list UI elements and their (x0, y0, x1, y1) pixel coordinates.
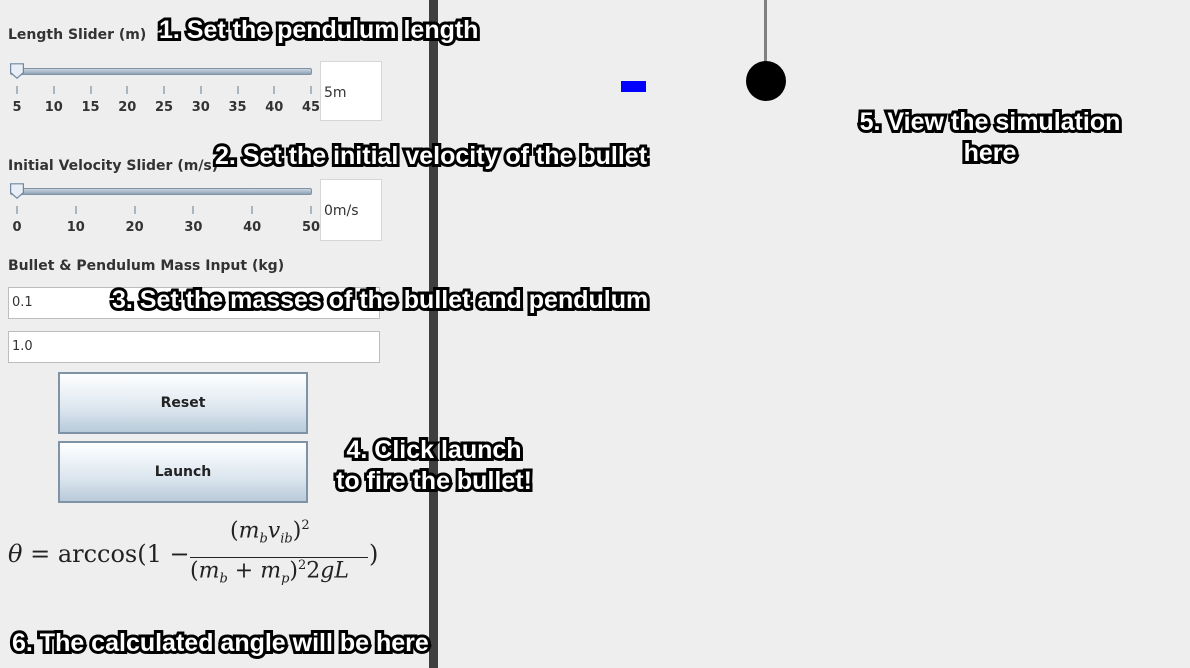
callout-step4: 4. Click launch to fire the bullet! (323, 433, 545, 498)
formula-numerator: (mbvib)2 (230, 518, 310, 547)
length-tick-label: 20 (118, 100, 137, 115)
velocity-slider[interactable]: 0 10 20 30 40 50 (8, 180, 320, 235)
pendulum-string (764, 0, 767, 62)
velocity-slider-thumb[interactable] (9, 183, 25, 199)
bullet (621, 81, 646, 92)
length-value-box: 5m (320, 61, 382, 121)
velocity-tick (310, 206, 312, 214)
formula-denominator: (mb + mp)22gL (190, 558, 349, 587)
reset-button[interactable]: Reset (58, 372, 308, 434)
length-tick-label: 25 (154, 100, 174, 115)
callout-step4-line2: to fire the bullet! (333, 464, 535, 498)
length-tick-label: 10 (44, 100, 63, 115)
callout-step3: 3. Set the masses of the bullet and pend… (109, 283, 651, 317)
mass-input-label: Bullet & Pendulum Mass Input (kg) (8, 258, 285, 274)
length-value-text: 5m (324, 85, 347, 101)
callout-step5-line2: here (961, 136, 1020, 170)
length-tick (89, 86, 92, 94)
length-tick-label: 30 (191, 100, 210, 115)
formula-lhs: θ = arccos(1 − (8, 540, 190, 568)
callout-step5-line1: 5. View the simulation (857, 105, 1124, 139)
velocity-tick (251, 206, 254, 214)
callout-step2: 2. Set the initial velocity of the bulle… (212, 139, 650, 173)
formula-close: ) (369, 540, 379, 568)
length-tick (199, 86, 202, 94)
length-slider-track[interactable] (10, 68, 312, 75)
callout-step5: 5. View the simulation here (842, 105, 1138, 170)
length-tick (16, 86, 18, 94)
callout-step1: 1. Set the pendulum length (156, 13, 481, 47)
simulation-area (438, 0, 1190, 668)
length-tick (126, 86, 129, 94)
velocity-slider-track[interactable] (10, 188, 312, 195)
velocity-tick-label: 20 (125, 220, 144, 235)
length-tick-label: 15 (81, 100, 100, 115)
callout-step6: 6. The calculated angle will be here (9, 626, 432, 660)
pendulum-mass-field[interactable]: 1.0 (8, 331, 380, 363)
velocity-tick-label: 10 (66, 220, 85, 235)
length-tick (310, 86, 312, 94)
velocity-tick-label: 50 (301, 220, 321, 235)
length-tick (52, 86, 55, 94)
launch-button[interactable]: Launch (58, 441, 308, 503)
length-tick-label: 5 (12, 100, 22, 115)
callout-step4-line1: 4. Click launch (343, 433, 524, 467)
length-tick (273, 86, 276, 94)
panel-divider (429, 0, 438, 668)
length-tick (163, 86, 165, 94)
length-tick-label: 35 (228, 100, 247, 115)
length-tick (236, 86, 239, 94)
velocity-tick (192, 206, 195, 214)
pendulum-bob (746, 61, 786, 101)
velocity-tick (16, 206, 18, 214)
velocity-value-box: 0m/s (320, 179, 382, 241)
length-tick-label: 40 (265, 100, 284, 115)
length-slider-thumb[interactable] (9, 63, 25, 79)
length-tick-label: 45 (301, 100, 321, 115)
velocity-tick-label: 40 (243, 220, 262, 235)
velocity-slider-label: Initial Velocity Slider (m/s) (8, 158, 219, 174)
velocity-tick-label: 0 (12, 220, 22, 235)
velocity-tick-label: 30 (184, 220, 203, 235)
length-slider-label: Length Slider (m) (8, 27, 147, 43)
velocity-tick (133, 206, 136, 214)
length-slider[interactable]: 5 10 15 20 25 30 35 40 45 (8, 60, 320, 115)
velocity-value-text: 0m/s (324, 203, 359, 219)
velocity-tick (74, 206, 77, 214)
